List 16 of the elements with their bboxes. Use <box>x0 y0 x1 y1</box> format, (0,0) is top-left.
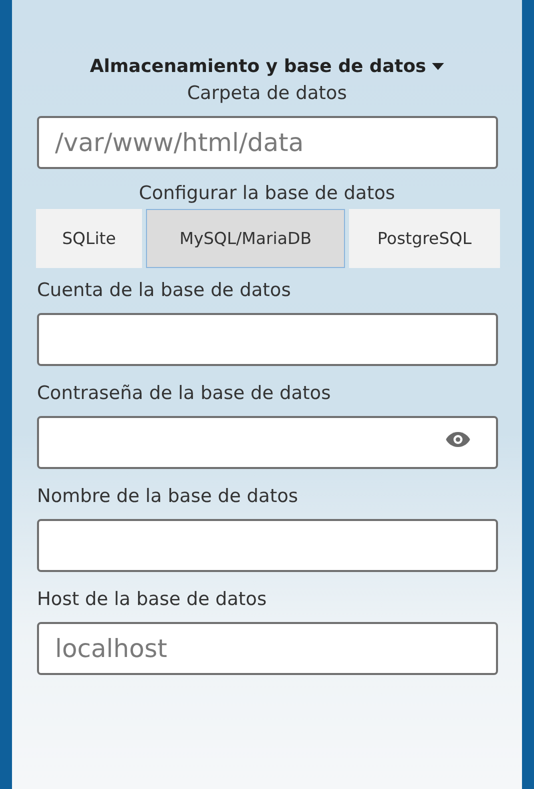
field-label: Nombre de la base de datos <box>37 486 300 507</box>
field-label: Contraseña de la base de datos <box>37 383 332 404</box>
field-label: Cuenta de la base de datos <box>37 280 292 301</box>
password-field[interactable] <box>37 416 498 469</box>
database-tab[interactable]: PostgreSQL <box>349 209 500 268</box>
section-toggle[interactable]: Almacenamiento y base de datos <box>90 56 444 77</box>
field-label: Host de la base de datos <box>37 589 268 610</box>
field-label: Configurar la base de datos <box>138 183 396 204</box>
input-field[interactable]: /var/www/html/data <box>37 116 498 169</box>
input-field[interactable]: localhost <box>37 622 498 675</box>
input-field[interactable] <box>37 519 498 572</box>
input-field[interactable] <box>37 313 498 366</box>
database-tab[interactable]: SQLite <box>36 209 142 268</box>
field-label: Carpeta de datos <box>186 83 348 104</box>
eye-icon[interactable] <box>445 431 471 448</box>
database-tab[interactable]: MySQL/MariaDB <box>146 209 345 268</box>
